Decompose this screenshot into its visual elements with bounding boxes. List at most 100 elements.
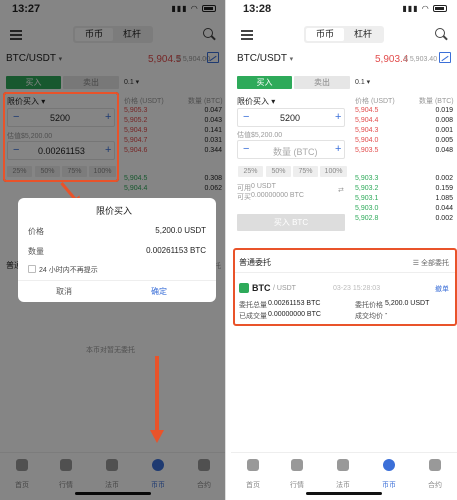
nav-label: 币币 — [382, 482, 396, 489]
tab-margin[interactable]: 杠杆 — [344, 28, 382, 41]
order-symbol: BTC — [252, 283, 271, 293]
bid-price: 5,903.3 — [355, 175, 379, 182]
filled-label: 已成交量 — [239, 313, 267, 320]
all-orders-label: 全部委托 — [421, 260, 449, 267]
ask-qty: 0.048 — [435, 147, 453, 154]
status-time: 13:28 — [243, 3, 272, 15]
dialog-qty-value: 0.00261153 BTC — [146, 246, 206, 255]
plus-icon[interactable]: + — [335, 111, 341, 123]
dialog-cancel-button[interactable]: 取消 — [56, 286, 72, 297]
plus-icon[interactable]: + — [335, 143, 341, 155]
depth-label: 0.1 — [355, 79, 365, 86]
minus-icon[interactable]: − — [243, 143, 249, 155]
tab-spot[interactable]: 币币 — [306, 28, 344, 41]
amount-placeholder: 数量 (BTC) — [273, 147, 318, 157]
sell-tab[interactable]: 卖出 — [294, 76, 350, 89]
buy-btc-button[interactable]: 买入 BTC — [237, 214, 345, 231]
section-divider — [235, 272, 455, 273]
ask-row[interactable]: 5,903.5 0.048 — [355, 147, 453, 157]
avg-price-label: 成交均价 — [355, 313, 383, 320]
last-price-usd: $ 5,903.40 — [404, 56, 438, 63]
amount-input[interactable]: − 数量 (BTC) + — [237, 140, 345, 159]
nav-spot[interactable]: 币币 — [369, 459, 409, 492]
col-price: 价格 (USDT) — [355, 98, 395, 105]
bid-row[interactable]: 5,903.1 1.085 — [355, 195, 453, 205]
ask-row[interactable]: 5,904.5 0.019 — [355, 107, 453, 117]
buy-tab[interactable]: 买入 — [237, 76, 292, 89]
buy-badge-icon — [239, 283, 249, 293]
bid-row[interactable]: 5,902.8 0.002 — [355, 215, 453, 225]
nav-label: 首页 — [246, 482, 260, 489]
order-type[interactable]: 限价买入 ▾ — [237, 96, 275, 107]
price-input[interactable]: − 5200 + — [237, 108, 345, 127]
home-indicator — [306, 492, 382, 495]
ask-price: 5,904.3 — [355, 127, 379, 134]
nav-home[interactable]: 首页 — [233, 459, 273, 492]
order-price-value: 5,200.0 USDT — [385, 300, 430, 307]
dialog-price-label: 价格 — [28, 227, 44, 236]
nav-fiat[interactable]: 法币 — [323, 459, 363, 492]
percent-50[interactable]: 50% — [266, 166, 291, 177]
ask-row[interactable]: 5,904.4 0.008 — [355, 117, 453, 127]
nav-label: 合约 — [428, 482, 442, 489]
nav-market[interactable]: 行情 — [277, 459, 317, 492]
ask-price: 5,904.0 — [355, 137, 379, 144]
order-time: 03-23 15:28:03 — [333, 285, 381, 292]
ask-price: 5,903.5 — [355, 147, 379, 154]
market-segment: 币币 杠杆 — [304, 26, 384, 43]
order-price-label: 委托价格 — [355, 302, 383, 309]
nav-label: 行情 — [290, 482, 304, 489]
total-value: 0.00261153 BTC — [268, 300, 321, 307]
orderbook-bids: 5,903.3 0.002 5,903.2 0.159 5,903.1 1.085 5… — [355, 175, 453, 225]
right-screen: 13:28 ▮▮▮ ◠ 币币 杠杆 BTC/USDT ▾ 5,903.4 $ 5… — [231, 0, 457, 500]
pair-label: BTC/USDT — [237, 53, 287, 64]
checkbox[interactable] — [28, 265, 36, 273]
nav-label: 法币 — [336, 482, 350, 489]
transfer-icon[interactable]: ⇄ — [338, 186, 344, 194]
ask-qty: 0.001 — [435, 127, 453, 134]
chevron-down-icon: ▾ — [289, 56, 294, 63]
percent-100[interactable]: 100% — [320, 166, 347, 177]
ask-row[interactable]: 5,904.0 0.005 — [355, 137, 453, 147]
contract-icon — [429, 459, 441, 471]
ask-row[interactable]: 5,904.3 0.001 — [355, 127, 453, 137]
market-icon — [291, 459, 303, 471]
down-arrow-shaft — [155, 356, 159, 432]
pair-selector[interactable]: BTC/USDT ▾ — [237, 53, 293, 64]
percent-75[interactable]: 75% — [293, 166, 318, 177]
fiat-icon — [337, 459, 349, 471]
price-hint: 估值$5,200.00 — [237, 132, 283, 139]
dialog-divider — [18, 280, 216, 281]
dialog-qty-label: 数量 — [28, 247, 44, 256]
percent-25[interactable]: 25% — [238, 166, 263, 177]
ask-price: 5,904.5 — [355, 107, 379, 114]
order-type-label: 限价买入 — [237, 97, 269, 106]
bid-row[interactable]: 5,903.3 0.002 — [355, 175, 453, 185]
depth-selector[interactable]: 0.1 ▾ — [355, 78, 370, 86]
chart-icon[interactable] — [439, 52, 451, 63]
total-label: 委托总量 — [239, 302, 267, 309]
menu-icon[interactable] — [241, 30, 253, 42]
bid-qty: 0.044 — [435, 205, 453, 212]
available-value: 0 USDT — [251, 183, 276, 190]
all-orders-link[interactable]: ☰ 全部委托 — [413, 258, 449, 268]
bid-qty: 0.002 — [435, 215, 453, 222]
cancel-order-button[interactable]: 撤单 — [435, 284, 449, 294]
bid-price: 5,902.8 — [355, 215, 379, 222]
open-orders-section: 普通委托 ☰ 全部委托 BTC / USDT 03-23 15:28:03 撤单… — [233, 248, 457, 326]
down-arrow-head — [150, 430, 164, 443]
ask-price: 5,904.4 — [355, 117, 379, 124]
battery-icon — [433, 5, 447, 13]
minus-icon[interactable]: − — [243, 111, 249, 123]
callout-box — [3, 92, 119, 182]
dialog-confirm-button[interactable]: 确定 — [151, 286, 167, 297]
bid-row[interactable]: 5,903.2 0.159 — [355, 185, 453, 195]
filled-value: 0.00000000 BTC — [268, 311, 321, 318]
bid-row[interactable]: 5,903.0 0.044 — [355, 205, 453, 215]
search-icon[interactable] — [435, 28, 445, 38]
nav-contract[interactable]: 合约 — [415, 459, 455, 492]
orderbook-asks: 5,904.5 0.019 5,904.4 0.008 5,904.3 0.001 5… — [355, 107, 453, 157]
ask-qty: 0.008 — [435, 117, 453, 124]
section-title: 普通委托 — [239, 258, 271, 267]
status-icons: ▮▮▮ ◠ — [402, 4, 447, 13]
